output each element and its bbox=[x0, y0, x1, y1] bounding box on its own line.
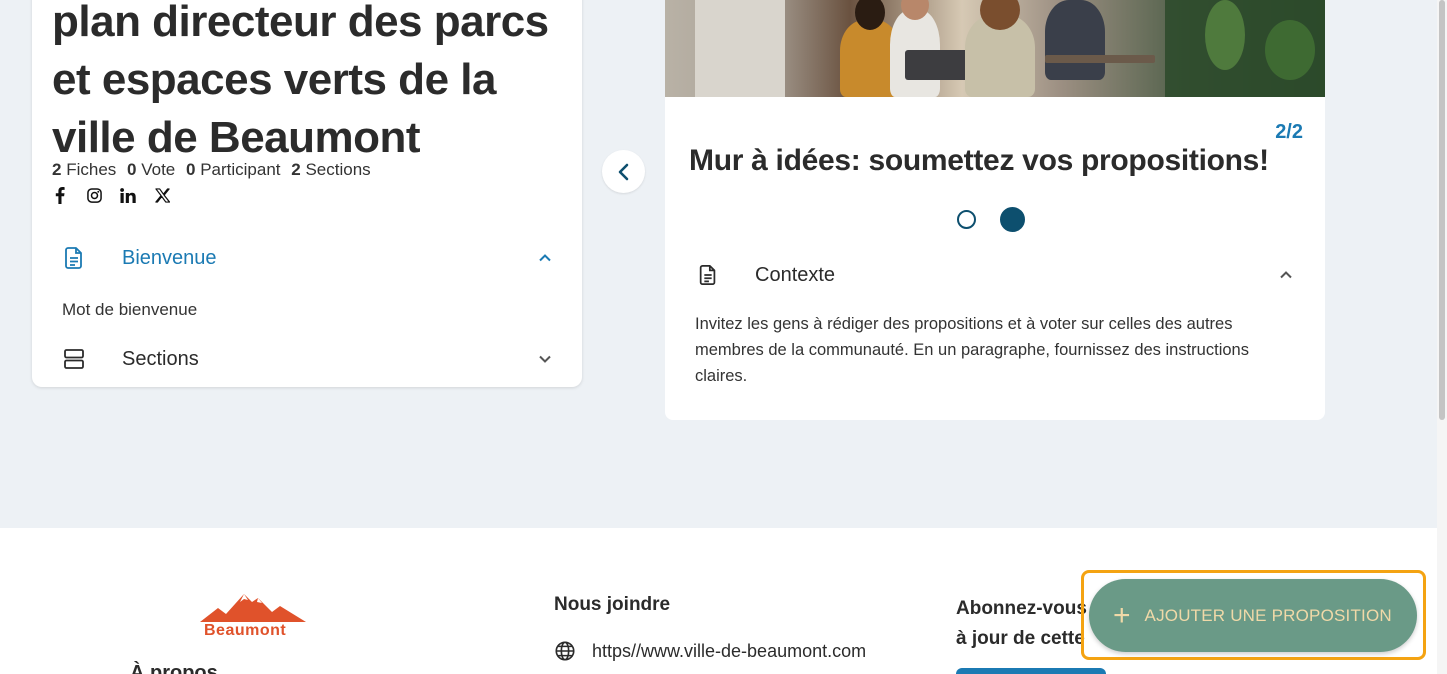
accordion-sections-label: Sections bbox=[122, 347, 199, 370]
logo-text: Beaumont bbox=[204, 622, 287, 639]
subscribe-heading: Abonnez-vous à jour de cette bbox=[956, 594, 1087, 654]
stat-fiches: 2 Fiches bbox=[52, 160, 117, 179]
project-stats: 2 Fiches 0 Vote 0 Participant 2 Sections bbox=[52, 160, 377, 180]
project-title-line: et espaces verts de la bbox=[52, 55, 496, 104]
sections-icon bbox=[64, 349, 84, 369]
scrollbar-thumb[interactable] bbox=[1439, 0, 1445, 420]
instagram-icon[interactable] bbox=[86, 187, 102, 203]
welcome-item[interactable]: Mot de bienvenue bbox=[62, 300, 197, 320]
accordion-welcome-label: Bienvenue bbox=[122, 246, 217, 269]
chevron-up-icon bbox=[1280, 271, 1292, 279]
chevron-left-icon bbox=[618, 163, 628, 180]
beaumont-mountain-logo bbox=[200, 594, 306, 622]
website-url: https//www.ville-de-beaumont.com bbox=[592, 640, 867, 661]
plus-icon: + bbox=[1113, 598, 1131, 632]
page-scrollbar[interactable] bbox=[1437, 0, 1447, 674]
add-proposal-label: AJOUTER UNE PROPOSITION bbox=[1144, 605, 1392, 625]
linkedin-icon[interactable] bbox=[120, 187, 136, 203]
document-icon bbox=[699, 264, 716, 286]
carousel-counter: 2/2 bbox=[1275, 121, 1303, 143]
context-text: Invitez les gens à rédiger des propositi… bbox=[695, 315, 1249, 385]
stat-sections: 2 Sections bbox=[291, 160, 371, 179]
website-link[interactable]: https//www.ville-de-beaumont.com bbox=[554, 640, 866, 662]
project-title-line: plan directeur des parcs bbox=[52, 0, 549, 46]
stat-participant: 0 Participant bbox=[186, 160, 281, 179]
project-card: plan directeur des parcs et espaces vert… bbox=[32, 0, 582, 387]
chevron-up-icon bbox=[539, 254, 551, 262]
carousel-title: Mur à idées: soumettez vos propositions! bbox=[689, 144, 1269, 177]
people-meeting-photo bbox=[665, 0, 1325, 97]
carousel-prev-button[interactable] bbox=[602, 150, 645, 193]
stat-vote: 0 Vote bbox=[127, 160, 176, 179]
carousel-dot-2[interactable] bbox=[1000, 207, 1025, 232]
project-title-line: ville de Beaumont bbox=[52, 113, 421, 162]
accordion-sections[interactable]: Sections bbox=[62, 344, 552, 374]
subscribe-line-1: Abonnez-vous bbox=[956, 598, 1087, 619]
subscribe-button[interactable] bbox=[956, 668, 1106, 674]
x-icon[interactable] bbox=[154, 187, 170, 203]
subscribe-line-2: à jour de cette bbox=[956, 628, 1085, 649]
social-links bbox=[52, 186, 170, 204]
accordion-context-label: Contexte bbox=[755, 263, 836, 286]
carousel-card: 2/2 Mur à idées: soumettez vos propositi… bbox=[665, 0, 1325, 420]
project-title: plan directeur des parcs et espaces vert… bbox=[52, 0, 572, 167]
accordion-context[interactable]: Contexte bbox=[697, 261, 1293, 289]
about-heading: À propos bbox=[130, 662, 218, 674]
facebook-icon[interactable] bbox=[52, 186, 68, 204]
add-proposal-button[interactable]: + AJOUTER UNE PROPOSITION bbox=[1089, 579, 1417, 652]
contact-heading: Nous joindre bbox=[554, 594, 671, 615]
globe-icon bbox=[555, 641, 575, 661]
accordion-welcome[interactable]: Bienvenue bbox=[62, 243, 552, 273]
document-icon bbox=[65, 247, 82, 269]
carousel-dot-1[interactable] bbox=[957, 210, 976, 229]
chevron-down-icon bbox=[539, 355, 551, 363]
carousel-dots bbox=[957, 207, 1025, 232]
